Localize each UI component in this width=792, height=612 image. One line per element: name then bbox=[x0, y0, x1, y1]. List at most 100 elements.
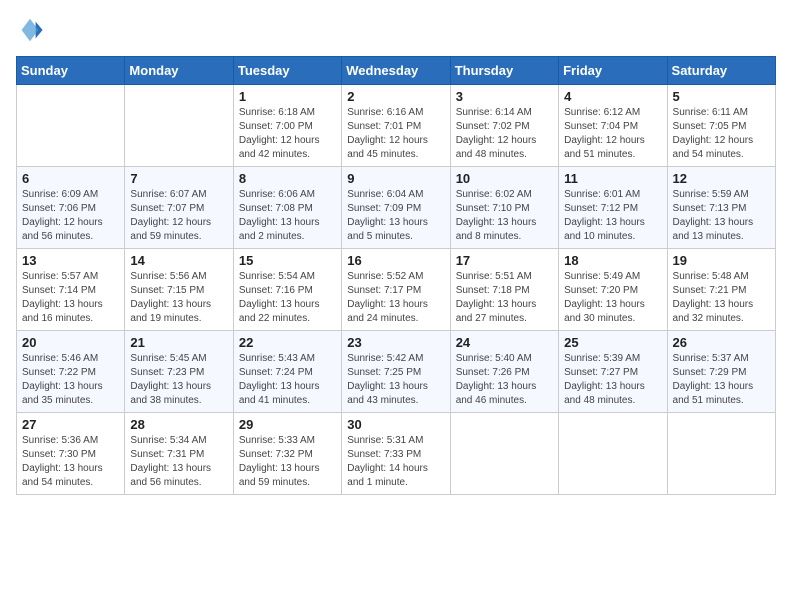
calendar-cell: 26 Sunrise: 5:37 AM Sunset: 7:29 PM Dayli… bbox=[667, 331, 775, 413]
day-info: Sunrise: 5:49 AM Sunset: 7:20 PM Dayligh… bbox=[564, 270, 661, 326]
day-info: Sunrise: 6:01 AM Sunset: 7:12 PM Dayligh… bbox=[564, 188, 661, 244]
day-number: 29 bbox=[239, 417, 336, 432]
day-number: 9 bbox=[347, 171, 444, 186]
day-number: 27 bbox=[22, 417, 119, 432]
day-number: 5 bbox=[673, 89, 770, 104]
calendar-cell: 23 Sunrise: 5:42 AM Sunset: 7:25 PM Dayli… bbox=[342, 331, 450, 413]
day-number: 6 bbox=[22, 171, 119, 186]
calendar-week-row: 20 Sunrise: 5:46 AM Sunset: 7:22 PM Dayli… bbox=[17, 331, 776, 413]
day-info: Sunrise: 5:57 AM Sunset: 7:14 PM Dayligh… bbox=[22, 270, 119, 326]
day-info: Sunrise: 5:56 AM Sunset: 7:15 PM Dayligh… bbox=[130, 270, 227, 326]
day-number: 2 bbox=[347, 89, 444, 104]
weekday-header-thursday: Thursday bbox=[450, 57, 558, 85]
day-number: 13 bbox=[22, 253, 119, 268]
calendar-cell: 1 Sunrise: 6:18 AM Sunset: 7:00 PM Daylig… bbox=[233, 85, 341, 167]
calendar-cell: 22Sunrise: 5:43 AM Sunset: 7:24 PM Dayli… bbox=[233, 331, 341, 413]
day-info: Sunrise: 6:12 AM Sunset: 7:04 PM Dayligh… bbox=[564, 106, 661, 162]
logo bbox=[16, 16, 48, 44]
calendar-header-row: SundayMondayTuesdayWednesdayThursdayFrid… bbox=[17, 57, 776, 85]
day-info: Sunrise: 5:40 AM Sunset: 7:26 PM Dayligh… bbox=[456, 352, 553, 408]
calendar-cell: 7Sunrise: 6:07 AM Sunset: 7:07 PM Daylig… bbox=[125, 167, 233, 249]
day-info: Sunrise: 5:59 AM Sunset: 7:13 PM Dayligh… bbox=[673, 188, 770, 244]
day-number: 1 bbox=[239, 89, 336, 104]
day-info: Sunrise: 5:33 AM Sunset: 7:32 PM Dayligh… bbox=[239, 434, 336, 490]
day-number: 17 bbox=[456, 253, 553, 268]
day-number: 20 bbox=[22, 335, 119, 350]
day-number: 23 bbox=[347, 335, 444, 350]
calendar-cell: 15 Sunrise: 5:54 AM Sunset: 7:16 PM Dayli… bbox=[233, 249, 341, 331]
day-number: 26 bbox=[673, 335, 770, 350]
calendar-week-row: 6 Sunrise: 6:09 AM Sunset: 7:06 PM Daylig… bbox=[17, 167, 776, 249]
day-info: Sunrise: 5:46 AM Sunset: 7:22 PM Dayligh… bbox=[22, 352, 119, 408]
day-info: Sunrise: 6:06 AM Sunset: 7:08 PM Dayligh… bbox=[239, 188, 336, 244]
day-info: Sunrise: 5:48 AM Sunset: 7:21 PM Dayligh… bbox=[673, 270, 770, 326]
day-number: 19 bbox=[673, 253, 770, 268]
day-number: 28 bbox=[130, 417, 227, 432]
calendar-cell: 4 Sunrise: 6:12 AM Sunset: 7:04 PM Daylig… bbox=[559, 85, 667, 167]
day-number: 24 bbox=[456, 335, 553, 350]
calendar-cell: 16 Sunrise: 5:52 AM Sunset: 7:17 PM Dayli… bbox=[342, 249, 450, 331]
weekday-header-saturday: Saturday bbox=[667, 57, 775, 85]
day-info: Sunrise: 5:45 AM Sunset: 7:23 PM Dayligh… bbox=[130, 352, 227, 408]
calendar-cell: 29 Sunrise: 5:33 AM Sunset: 7:32 PM Dayli… bbox=[233, 413, 341, 495]
calendar-cell: 10 Sunrise: 6:02 AM Sunset: 7:10 PM Dayli… bbox=[450, 167, 558, 249]
calendar-week-row: 27 Sunrise: 5:36 AM Sunset: 7:30 PM Dayli… bbox=[17, 413, 776, 495]
logo-icon bbox=[16, 16, 44, 44]
calendar-cell: 20 Sunrise: 5:46 AM Sunset: 7:22 PM Dayli… bbox=[17, 331, 125, 413]
day-info: Sunrise: 6:11 AM Sunset: 7:05 PM Dayligh… bbox=[673, 106, 770, 162]
day-number: 15 bbox=[239, 253, 336, 268]
day-number: 16 bbox=[347, 253, 444, 268]
calendar-cell: 3 Sunrise: 6:14 AM Sunset: 7:02 PM Daylig… bbox=[450, 85, 558, 167]
weekday-header-wednesday: Wednesday bbox=[342, 57, 450, 85]
calendar-cell: 17 Sunrise: 5:51 AM Sunset: 7:18 PM Dayli… bbox=[450, 249, 558, 331]
calendar-cell bbox=[17, 85, 125, 167]
calendar-cell: 27 Sunrise: 5:36 AM Sunset: 7:30 PM Dayli… bbox=[17, 413, 125, 495]
day-number: 14 bbox=[130, 253, 227, 268]
day-info: Sunrise: 6:18 AM Sunset: 7:00 PM Dayligh… bbox=[239, 106, 336, 162]
day-number: 30 bbox=[347, 417, 444, 432]
calendar-cell: 11 Sunrise: 6:01 AM Sunset: 7:12 PM Dayli… bbox=[559, 167, 667, 249]
day-number: 21 bbox=[130, 335, 227, 350]
weekday-header-monday: Monday bbox=[125, 57, 233, 85]
day-number: 8 bbox=[239, 171, 336, 186]
page-header bbox=[16, 16, 776, 44]
calendar-cell: 13 Sunrise: 5:57 AM Sunset: 7:14 PM Dayli… bbox=[17, 249, 125, 331]
calendar-cell bbox=[667, 413, 775, 495]
day-number: 11 bbox=[564, 171, 661, 186]
day-info: Sunrise: 5:34 AM Sunset: 7:31 PM Dayligh… bbox=[130, 434, 227, 490]
calendar-cell bbox=[125, 85, 233, 167]
calendar-cell: 5 Sunrise: 6:11 AM Sunset: 7:05 PM Daylig… bbox=[667, 85, 775, 167]
day-info: Sunrise: 5:51 AM Sunset: 7:18 PM Dayligh… bbox=[456, 270, 553, 326]
day-info: Sunrise: 5:37 AM Sunset: 7:29 PM Dayligh… bbox=[673, 352, 770, 408]
day-info: Sunrise: 5:39 AM Sunset: 7:27 PM Dayligh… bbox=[564, 352, 661, 408]
calendar-week-row: 1 Sunrise: 6:18 AM Sunset: 7:00 PM Daylig… bbox=[17, 85, 776, 167]
calendar-cell: 24 Sunrise: 5:40 AM Sunset: 7:26 PM Dayli… bbox=[450, 331, 558, 413]
calendar-cell: 30Sunrise: 5:31 AM Sunset: 7:33 PM Dayli… bbox=[342, 413, 450, 495]
day-info: Sunrise: 5:52 AM Sunset: 7:17 PM Dayligh… bbox=[347, 270, 444, 326]
day-number: 4 bbox=[564, 89, 661, 104]
day-number: 7 bbox=[130, 171, 227, 186]
day-number: 22 bbox=[239, 335, 336, 350]
calendar-cell: 28 Sunrise: 5:34 AM Sunset: 7:31 PM Dayli… bbox=[125, 413, 233, 495]
day-number: 18 bbox=[564, 253, 661, 268]
calendar-cell: 9 Sunrise: 6:04 AM Sunset: 7:09 PM Daylig… bbox=[342, 167, 450, 249]
day-info: Sunrise: 5:42 AM Sunset: 7:25 PM Dayligh… bbox=[347, 352, 444, 408]
calendar-table: SundayMondayTuesdayWednesdayThursdayFrid… bbox=[16, 56, 776, 495]
day-info: Sunrise: 6:14 AM Sunset: 7:02 PM Dayligh… bbox=[456, 106, 553, 162]
day-info: Sunrise: 5:54 AM Sunset: 7:16 PM Dayligh… bbox=[239, 270, 336, 326]
day-number: 12 bbox=[673, 171, 770, 186]
day-number: 25 bbox=[564, 335, 661, 350]
day-info: Sunrise: 5:36 AM Sunset: 7:30 PM Dayligh… bbox=[22, 434, 119, 490]
day-info: Sunrise: 6:09 AM Sunset: 7:06 PM Dayligh… bbox=[22, 188, 119, 244]
calendar-cell bbox=[450, 413, 558, 495]
weekday-header-sunday: Sunday bbox=[17, 57, 125, 85]
day-info: Sunrise: 6:04 AM Sunset: 7:09 PM Dayligh… bbox=[347, 188, 444, 244]
day-info: Sunrise: 6:02 AM Sunset: 7:10 PM Dayligh… bbox=[456, 188, 553, 244]
calendar-cell: 14 Sunrise: 5:56 AM Sunset: 7:15 PM Dayli… bbox=[125, 249, 233, 331]
calendar-cell: 6 Sunrise: 6:09 AM Sunset: 7:06 PM Daylig… bbox=[17, 167, 125, 249]
day-number: 3 bbox=[456, 89, 553, 104]
calendar-cell: 8 Sunrise: 6:06 AM Sunset: 7:08 PM Daylig… bbox=[233, 167, 341, 249]
day-number: 10 bbox=[456, 171, 553, 186]
calendar-cell: 19 Sunrise: 5:48 AM Sunset: 7:21 PM Dayli… bbox=[667, 249, 775, 331]
calendar-cell bbox=[559, 413, 667, 495]
